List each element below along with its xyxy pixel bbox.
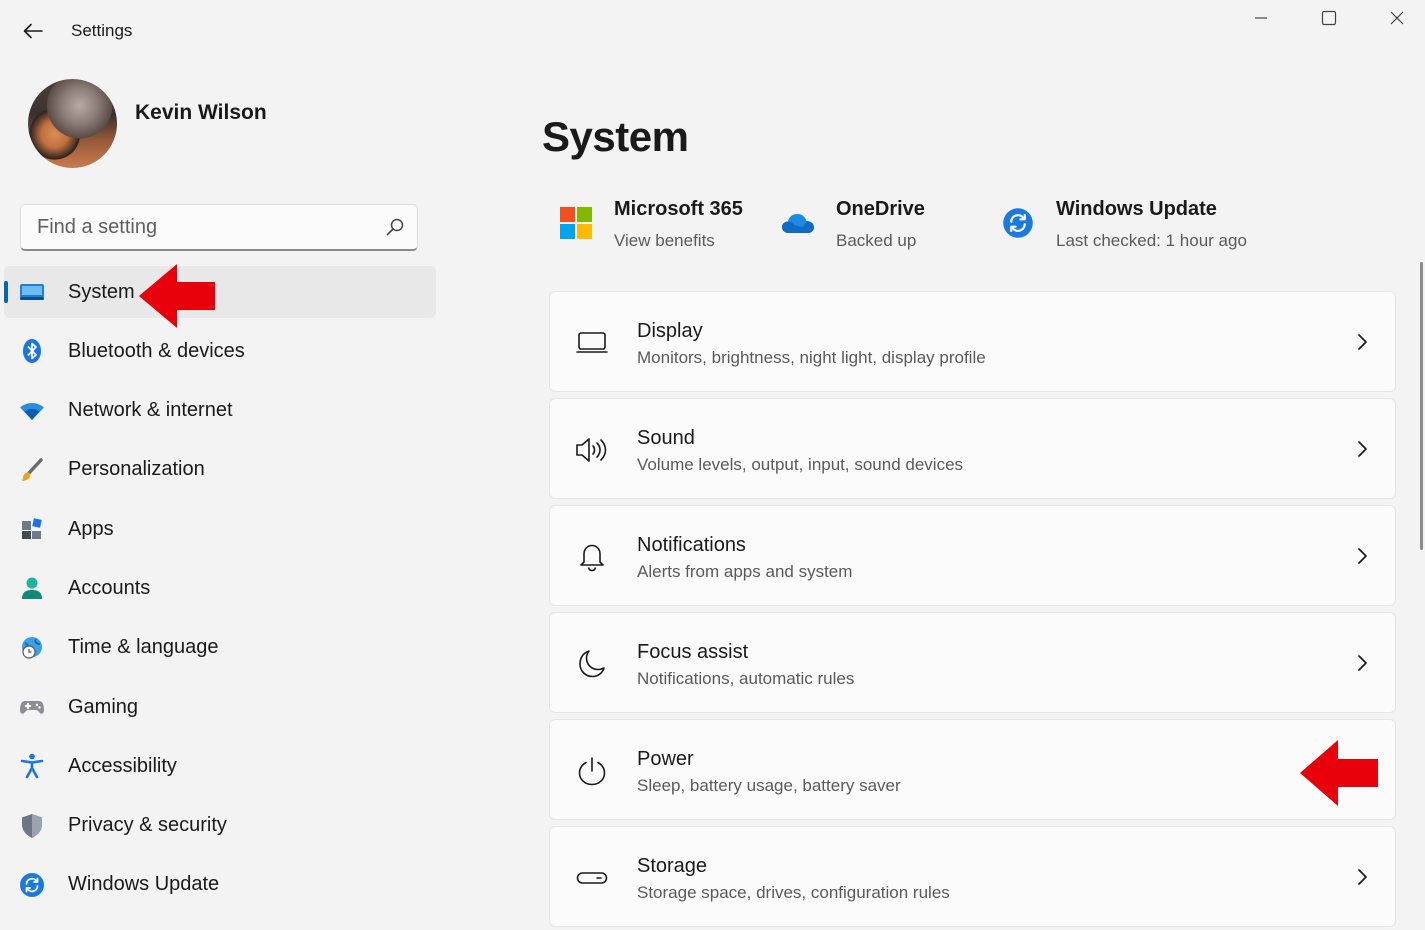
wifi-icon bbox=[18, 398, 46, 424]
top-card-subtitle: View benefits bbox=[614, 231, 715, 250]
top-card-windows-update[interactable]: Windows Update Last checked: 1 hour ago bbox=[1001, 196, 1271, 256]
selection-indicator bbox=[4, 281, 8, 303]
sidebar-item-accounts[interactable]: Accounts bbox=[4, 562, 436, 614]
chevron-right-icon bbox=[1358, 869, 1367, 885]
maximize-icon bbox=[1321, 10, 1337, 26]
sidebar-item-label: Time & language bbox=[68, 636, 219, 659]
scrollbar-thumb[interactable] bbox=[1420, 262, 1423, 550]
close-button[interactable] bbox=[1385, 6, 1409, 30]
sidebar-item-label: Windows Update bbox=[68, 873, 220, 896]
card-storage[interactable]: Storage Storage space, drives, configura… bbox=[549, 826, 1396, 927]
chevron-right-icon bbox=[1358, 334, 1367, 350]
sidebar-item-label: Personalization bbox=[68, 458, 205, 481]
microsoft-logo-icon bbox=[559, 206, 593, 240]
card-subtitle: Volume levels, output, input, sound devi… bbox=[637, 455, 964, 474]
sidebar-item-label: Gaming bbox=[68, 695, 139, 718]
card-subtitle: Storage space, drives, configuration rul… bbox=[637, 883, 950, 902]
page-title: System bbox=[542, 113, 689, 160]
card-subtitle: Monitors, brightness, night light, displ… bbox=[637, 348, 986, 367]
sidebar-item-label: Accessibility bbox=[68, 754, 177, 777]
sidebar-item-gaming[interactable]: Gaming bbox=[4, 681, 436, 733]
update-icon bbox=[18, 872, 46, 898]
top-card-title: OneDrive bbox=[836, 198, 925, 220]
speaker-icon bbox=[574, 432, 610, 468]
close-icon bbox=[1390, 11, 1404, 25]
sidebar-item-privacy-security[interactable]: Privacy & security bbox=[4, 800, 436, 852]
search-box[interactable] bbox=[20, 204, 418, 251]
power-icon bbox=[574, 753, 610, 789]
maximize-button[interactable] bbox=[1317, 6, 1341, 30]
card-power[interactable]: Power Sleep, battery usage, battery save… bbox=[549, 719, 1396, 820]
card-title: Display bbox=[637, 320, 703, 342]
sidebar-item-accessibility[interactable]: Accessibility bbox=[4, 740, 436, 792]
back-arrow-icon bbox=[23, 23, 43, 39]
sidebar-item-label: Network & internet bbox=[68, 399, 233, 422]
moon-icon bbox=[574, 646, 610, 682]
user-name: Kevin Wilson bbox=[135, 101, 267, 124]
accessibility-icon bbox=[18, 753, 46, 779]
globe-clock-icon bbox=[18, 635, 46, 661]
card-subtitle: Notifications, automatic rules bbox=[637, 669, 855, 688]
chevron-right-icon bbox=[1358, 548, 1367, 564]
card-title: Sound bbox=[637, 427, 695, 449]
update-icon bbox=[1001, 206, 1035, 240]
monitor-icon bbox=[574, 325, 610, 361]
minimize-button[interactable] bbox=[1249, 6, 1273, 30]
sidebar-item-label: Privacy & security bbox=[68, 814, 227, 837]
top-card-title: Windows Update bbox=[1056, 198, 1217, 220]
card-display[interactable]: Display Monitors, brightness, night ligh… bbox=[549, 291, 1396, 392]
sidebar-item-network[interactable]: Network & internet bbox=[4, 385, 436, 437]
card-focus-assist[interactable]: Focus assist Notifications, automatic ru… bbox=[549, 612, 1396, 713]
avatar[interactable] bbox=[28, 79, 117, 168]
drive-icon bbox=[574, 860, 610, 896]
bell-icon bbox=[574, 539, 610, 575]
card-notifications[interactable]: Notifications Alerts from apps and syste… bbox=[549, 505, 1396, 606]
sidebar-nav: System Bluetooth & devices Network & int… bbox=[4, 266, 436, 918]
chevron-right-icon bbox=[1358, 655, 1367, 671]
minimize-icon bbox=[1255, 17, 1267, 19]
sidebar-item-apps[interactable]: Apps bbox=[4, 503, 436, 555]
card-subtitle: Sleep, battery usage, battery saver bbox=[637, 776, 901, 795]
chevron-right-icon bbox=[1358, 441, 1367, 457]
top-card-title: Microsoft 365 bbox=[614, 198, 743, 220]
apps-icon bbox=[18, 516, 46, 542]
card-title: Storage bbox=[637, 855, 708, 877]
system-icon bbox=[18, 279, 46, 305]
top-card-onedrive[interactable]: OneDrive Backed up bbox=[781, 196, 951, 256]
bluetooth-icon bbox=[18, 338, 46, 364]
brush-icon bbox=[18, 457, 46, 483]
card-subtitle: Alerts from apps and system bbox=[637, 562, 853, 581]
top-card-subtitle: Last checked: 1 hour ago bbox=[1056, 231, 1247, 250]
annotation-arrow-icon bbox=[1300, 740, 1378, 806]
card-title: Notifications bbox=[637, 534, 746, 556]
top-card-subtitle: Backed up bbox=[836, 231, 917, 250]
search-icon[interactable] bbox=[385, 217, 405, 237]
sidebar-item-label: System bbox=[68, 280, 135, 303]
search-input[interactable] bbox=[21, 205, 417, 249]
app-title: Settings bbox=[71, 21, 133, 40]
shield-icon bbox=[18, 813, 46, 839]
card-title: Focus assist bbox=[637, 641, 749, 663]
sidebar-item-label: Accounts bbox=[68, 576, 151, 599]
sidebar-item-label: Apps bbox=[68, 517, 114, 540]
top-card-microsoft-365[interactable]: Microsoft 365 View benefits bbox=[559, 196, 759, 256]
cloud-icon bbox=[781, 206, 815, 240]
person-icon bbox=[18, 575, 46, 601]
sidebar-item-windows-update[interactable]: Windows Update bbox=[4, 859, 436, 911]
sidebar-item-label: Bluetooth & devices bbox=[68, 339, 245, 362]
sidebar-item-bluetooth[interactable]: Bluetooth & devices bbox=[4, 325, 436, 377]
sidebar-item-system[interactable]: System bbox=[4, 266, 436, 318]
card-sound[interactable]: Sound Volume levels, output, input, soun… bbox=[549, 398, 1396, 499]
sidebar-item-time-language[interactable]: Time & language bbox=[4, 622, 436, 674]
sidebar-item-personalization[interactable]: Personalization bbox=[4, 444, 436, 496]
gamepad-icon bbox=[18, 694, 46, 720]
settings-card-list: Display Monitors, brightness, night ligh… bbox=[549, 291, 1396, 930]
back-button[interactable] bbox=[18, 16, 48, 46]
card-title: Power bbox=[637, 748, 694, 770]
annotation-arrow-icon bbox=[139, 264, 215, 328]
